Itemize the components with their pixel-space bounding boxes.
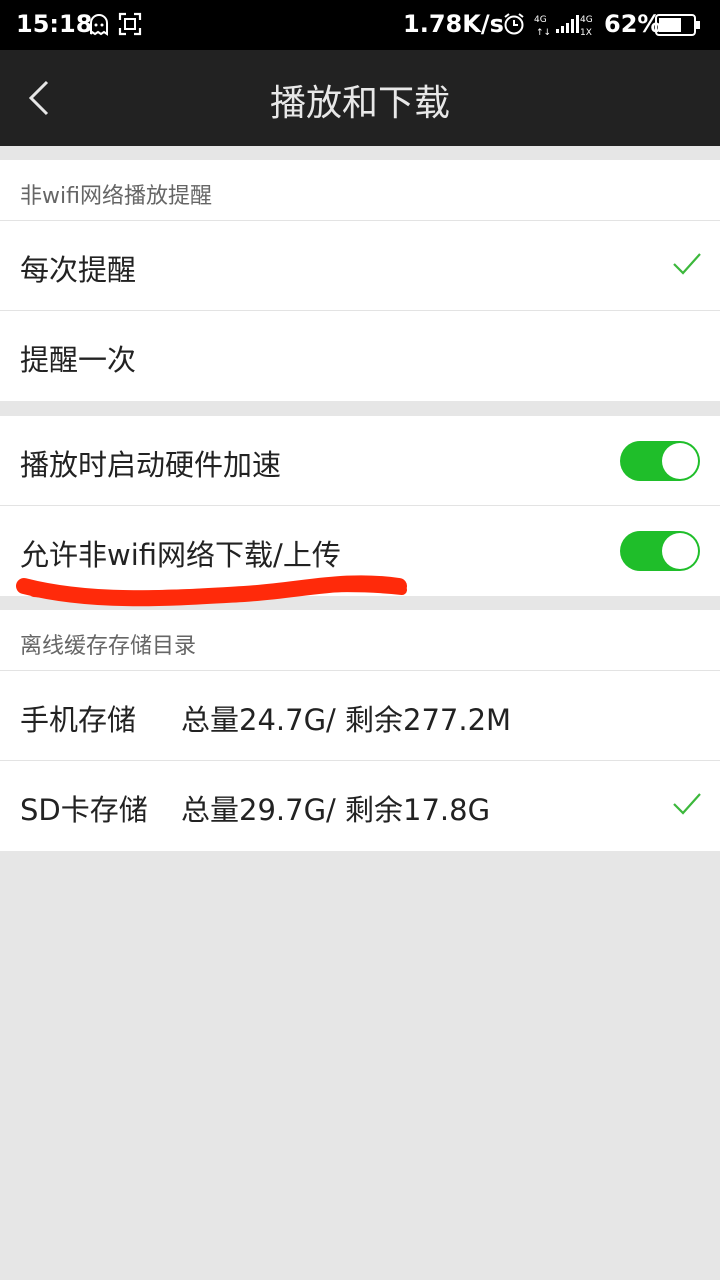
- option-label: 每次提醒: [20, 253, 137, 287]
- alarm-icon: [503, 12, 525, 40]
- storage-info: 总量29.7G/ 剩余17.8G: [181, 793, 491, 827]
- hardware-acceleration-toggle[interactable]: [620, 441, 700, 481]
- checkmark-icon: [673, 253, 701, 275]
- battery-icon: [655, 14, 701, 40]
- signal-1x-icon: 4G 1X: [580, 13, 598, 41]
- wifi-reminder-title: 非wifi网络播放提醒: [20, 184, 212, 209]
- status-bar: 15:18 1.78K/s 4G ↑↓ 4G 1X 62%: [0, 0, 720, 50]
- cache-storage-title: 离线缓存存储目录: [20, 634, 197, 659]
- hardware-acceleration-row[interactable]: 播放时启动硬件加速: [0, 416, 720, 506]
- svg-text:4G: 4G: [534, 15, 547, 25]
- ghost-icon: [86, 12, 112, 42]
- option-every-time[interactable]: 每次提醒: [0, 221, 720, 311]
- page-title: 播放和下载: [269, 83, 450, 124]
- toggle-knob: [662, 533, 698, 569]
- toggle-knob: [662, 443, 698, 479]
- signal-4g-icon: 4G ↑↓: [534, 13, 580, 41]
- storage-info: 总量24.7G/ 剩余277.2M: [181, 703, 512, 737]
- phone-storage-row[interactable]: 手机存储 总量24.7G/ 剩余277.2M: [0, 671, 720, 761]
- option-once[interactable]: 提醒一次: [0, 311, 720, 401]
- svg-text:4G: 4G: [580, 15, 593, 25]
- toggle-label: 允许非wifi网络下载/上传: [20, 538, 341, 572]
- storage-label: 手机存储: [20, 703, 137, 737]
- svg-text:1X: 1X: [580, 28, 592, 37]
- network-speed: 1.78K/s: [403, 10, 504, 38]
- screenshot-icon: [118, 12, 142, 40]
- wifi-reminder-section: 非wifi网络播放提醒 每次提醒 提醒一次: [0, 160, 720, 401]
- non-wifi-download-toggle[interactable]: [620, 531, 700, 571]
- storage-label: SD卡存储: [20, 793, 148, 827]
- toggle-section: 播放时启动硬件加速 允许非wifi网络下载/上传: [0, 416, 720, 596]
- sd-storage-row[interactable]: SD卡存储 总量29.7G/ 剩余17.8G: [0, 761, 720, 851]
- cache-storage-section: 离线缓存存储目录 手机存储 总量24.7G/ 剩余277.2M SD卡存储 总量…: [0, 610, 720, 851]
- section-header: 离线缓存存储目录: [0, 610, 720, 671]
- section-header: 非wifi网络播放提醒: [0, 160, 720, 221]
- title-bar: 播放和下载: [0, 50, 720, 146]
- battery-percent: 62%: [604, 10, 662, 38]
- toggle-label: 播放时启动硬件加速: [20, 448, 282, 482]
- status-time: 15:18: [16, 10, 93, 38]
- option-label: 提醒一次: [20, 343, 137, 377]
- svg-text:↑↓: ↑↓: [536, 28, 551, 37]
- checkmark-icon: [673, 793, 701, 815]
- red-underline-annotation: [16, 575, 407, 607]
